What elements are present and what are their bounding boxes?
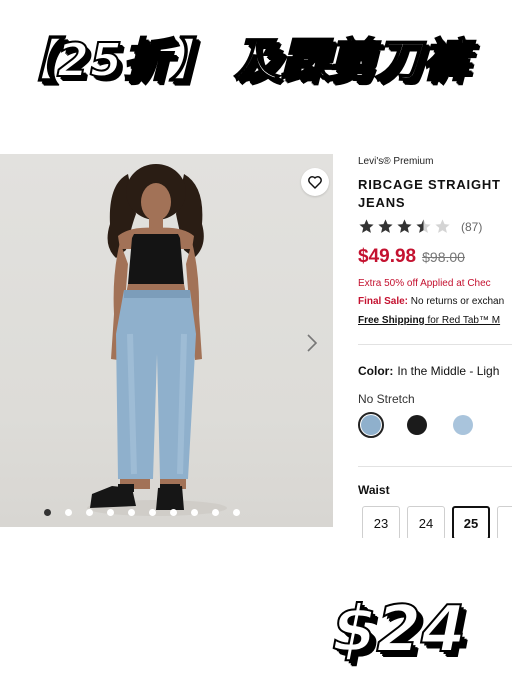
- model-figure: [87, 164, 227, 516]
- heart-icon: [308, 176, 322, 189]
- favorite-button[interactable]: [301, 168, 329, 196]
- swatch-color: [361, 415, 381, 435]
- gallery-dot[interactable]: [44, 509, 51, 516]
- product-title-line2: JEANS: [358, 195, 406, 210]
- swatch-light-wash[interactable]: [450, 412, 476, 438]
- gallery-dot[interactable]: [233, 509, 240, 516]
- next-image-button[interactable]: [304, 332, 320, 354]
- size-button[interactable]: 25: [452, 506, 490, 538]
- swatch-color: [407, 415, 427, 435]
- final-sale-notice: Final Sale: No returns or exchan: [358, 296, 504, 307]
- star-icon: [416, 219, 431, 233]
- gallery-dot[interactable]: [86, 509, 93, 516]
- color-selection: Color: In the Middle - Ligh: [358, 364, 499, 378]
- waist-label: Waist: [358, 483, 390, 497]
- gallery-dot[interactable]: [191, 509, 198, 516]
- chevron-right-icon: [307, 334, 318, 352]
- shipping-text[interactable]: for Red Tab™ M: [425, 315, 500, 326]
- size-button[interactable]: 24: [407, 506, 445, 538]
- promo-headline: 【25折】 及踝剪刀裤: [9, 32, 470, 88]
- swatch-medium-wash[interactable]: [358, 412, 384, 438]
- review-count[interactable]: (87): [461, 220, 482, 234]
- gallery-dot[interactable]: [149, 509, 156, 516]
- product-image: [0, 154, 333, 527]
- color-swatches: [358, 412, 476, 438]
- star-icon: [435, 219, 450, 233]
- final-sale-label: Final Sale:: [358, 296, 409, 307]
- promo-text: Extra 50% off Applied at Chec: [358, 278, 491, 289]
- gallery-dot[interactable]: [65, 509, 72, 516]
- shipping-notice: Free Shipping for Red Tab™ M: [358, 315, 500, 326]
- star-rating: [358, 218, 451, 235]
- star-icon: [378, 219, 393, 233]
- product-title-line1: RIBCAGE STRAIGHT: [358, 177, 501, 192]
- swatch-black[interactable]: [404, 412, 430, 438]
- waist-size-options: 23 24 25: [362, 506, 512, 538]
- size-button[interactable]: 23: [362, 506, 400, 538]
- gallery-dot[interactable]: [170, 509, 177, 516]
- gallery-dot[interactable]: [107, 509, 114, 516]
- size-button[interactable]: [497, 506, 512, 538]
- color-label: Color:: [358, 364, 394, 378]
- gallery-dot[interactable]: [128, 509, 135, 516]
- star-icon: [397, 219, 412, 233]
- swatch-color: [453, 415, 473, 435]
- stretch-label: No Stretch: [358, 392, 415, 406]
- product-page-screenshot: Levi's® Premium RIBCAGE STRAIGHT JEANS (…: [0, 154, 512, 538]
- divider: [358, 466, 512, 467]
- final-sale-text: No returns or exchan: [408, 296, 505, 307]
- rating-row[interactable]: (87): [358, 218, 482, 235]
- star-icon: [359, 219, 374, 233]
- price-sticker: $24: [331, 592, 467, 668]
- sale-price: $49.98: [358, 246, 417, 267]
- free-shipping-link[interactable]: Free Shipping: [358, 315, 425, 326]
- color-value: In the Middle - Ligh: [397, 364, 500, 378]
- product-title: RIBCAGE STRAIGHT JEANS: [358, 176, 501, 212]
- gallery-dot[interactable]: [212, 509, 219, 516]
- gallery-dots[interactable]: [44, 509, 240, 516]
- brand-label: Levi's® Premium: [358, 156, 434, 167]
- price-row: $49.98 $98.00: [358, 246, 465, 268]
- divider: [358, 344, 512, 345]
- original-price: $98.00: [422, 249, 465, 265]
